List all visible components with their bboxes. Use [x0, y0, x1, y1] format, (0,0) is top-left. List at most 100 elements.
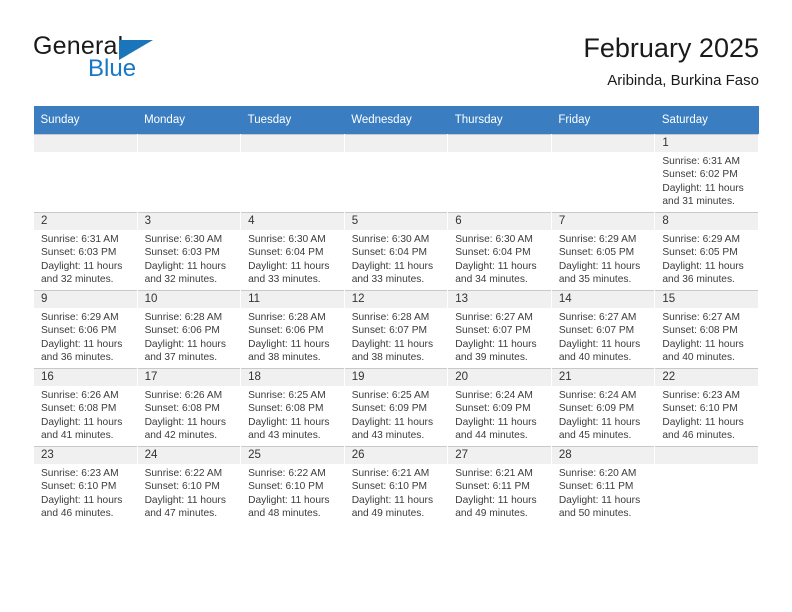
day-number: 7: [551, 213, 655, 230]
day-number: 23: [34, 447, 137, 464]
calendar-day-cell[interactable]: 20 Sunrise: 6:24 AM Sunset: 6:09 PM Dayligh…: [447, 368, 552, 447]
calendar-body: 1 Sunrise: 6:31 AM Sunset: 6:02 PM Daylight…: [33, 134, 759, 524]
calendar-day-cell[interactable]: 9 Sunrise: 6:29 AM Sunset: 6:06 PM Daylight…: [33, 290, 138, 369]
calendar-week-row: 23 Sunrise: 6:23 AM Sunset: 6:10 PM Dayligh…: [33, 446, 759, 524]
calendar-day-cell[interactable]: 5 Sunrise: 6:30 AM Sunset: 6:04 PM Daylight…: [343, 212, 449, 291]
weekday-header-tuesday: Tuesday: [240, 106, 345, 135]
calendar-day-cell[interactable]: 24 Sunrise: 6:22 AM Sunset: 6:10 PM Dayligh…: [136, 446, 242, 524]
day-detail-sunrise: Sunrise: 6:29 AM: [662, 234, 740, 245]
calendar-day-cell[interactable]: 1 Sunrise: 6:31 AM Sunset: 6:02 PM Daylight…: [654, 134, 759, 213]
calendar-cell-inner: 21 Sunrise: 6:24 AM Sunset: 6:09 PM Dayligh…: [551, 369, 655, 446]
day-detail-sunset: Sunset: 6:08 PM: [144, 403, 220, 415]
calendar-day-cell[interactable]: 22 Sunrise: 6:23 AM Sunset: 6:10 PM Dayligh…: [654, 368, 759, 447]
calendar-cell-inner: 22 Sunrise: 6:23 AM Sunset: 6:10 PM Dayligh…: [655, 369, 758, 446]
day-detail-daylight1: Daylight: 11 hours: [41, 416, 123, 428]
day-detail-daylight2: and 32 minutes.: [144, 273, 218, 285]
day-detail-sunset: Sunset: 6:04 PM: [248, 247, 324, 259]
day-detail-daylight1: Daylight: 11 hours: [144, 260, 226, 272]
day-detail-daylight1: Daylight: 11 hours: [248, 260, 330, 272]
page-header: General Blue February 2025 Aribinda, Bur…: [33, 32, 759, 94]
day-number: 10: [137, 291, 241, 308]
day-number: [551, 135, 655, 152]
day-details: Sunrise: 6:27 AM Sunset: 6:07 PM Daylight:…: [448, 308, 551, 364]
day-detail-daylight2: and 38 minutes.: [248, 351, 321, 363]
day-detail-sunrise: Sunrise: 6:23 AM: [662, 390, 740, 401]
calendar-day-cell[interactable]: 15 Sunrise: 6:27 AM Sunset: 6:08 PM Dayligh…: [654, 290, 759, 369]
day-detail-sunset: Sunset: 6:06 PM: [248, 325, 324, 337]
calendar-day-cell[interactable]: 23 Sunrise: 6:23 AM Sunset: 6:10 PM Dayligh…: [33, 446, 138, 524]
calendar-cell-inner: 19 Sunrise: 6:25 AM Sunset: 6:09 PM Dayligh…: [344, 369, 448, 446]
day-detail-daylight1: Daylight: 11 hours: [144, 494, 226, 506]
calendar-day-cell[interactable]: 11 Sunrise: 6:28 AM Sunset: 6:06 PM Dayligh…: [240, 290, 345, 369]
day-detail-daylight2: and 49 minutes.: [455, 507, 528, 519]
day-detail-sunrise: Sunrise: 6:20 AM: [558, 468, 637, 479]
calendar-cell-empty: [550, 134, 656, 213]
calendar-day-cell[interactable]: 2 Sunrise: 6:31 AM Sunset: 6:03 PM Daylight…: [33, 212, 138, 291]
day-detail-daylight2: and 47 minutes.: [144, 507, 218, 519]
calendar-day-cell[interactable]: 12 Sunrise: 6:28 AM Sunset: 6:07 PM Dayligh…: [343, 290, 449, 369]
calendar-day-cell[interactable]: 19 Sunrise: 6:25 AM Sunset: 6:09 PM Dayligh…: [343, 368, 449, 447]
calendar-cell-inner: 13 Sunrise: 6:27 AM Sunset: 6:07 PM Dayligh…: [448, 291, 551, 368]
calendar-cell-inner: [137, 135, 241, 212]
day-detail-sunrise: Sunrise: 6:29 AM: [41, 312, 119, 323]
calendar-day-cell[interactable]: 13 Sunrise: 6:27 AM Sunset: 6:07 PM Dayligh…: [447, 290, 552, 369]
calendar-day-cell[interactable]: 18 Sunrise: 6:25 AM Sunset: 6:08 PM Dayligh…: [240, 368, 345, 447]
calendar-day-cell[interactable]: 16 Sunrise: 6:26 AM Sunset: 6:08 PM Dayligh…: [33, 368, 138, 447]
day-details: Sunrise: 6:20 AM Sunset: 6:11 PM Daylight:…: [552, 464, 655, 520]
day-detail-daylight2: and 38 minutes.: [351, 351, 425, 363]
calendar-day-cell[interactable]: 21 Sunrise: 6:24 AM Sunset: 6:09 PM Dayligh…: [550, 368, 656, 447]
calendar-day-cell[interactable]: 17 Sunrise: 6:26 AM Sunset: 6:08 PM Dayligh…: [136, 368, 242, 447]
day-details: Sunrise: 6:29 AM Sunset: 6:06 PM Daylight:…: [34, 308, 137, 364]
calendar-day-cell[interactable]: 27 Sunrise: 6:21 AM Sunset: 6:11 PM Dayligh…: [447, 446, 552, 524]
day-detail-daylight1: Daylight: 11 hours: [558, 338, 641, 350]
title-block: February 2025 Aribinda, Burkina Faso: [583, 32, 759, 92]
brand-logo[interactable]: General Blue: [33, 32, 333, 92]
day-number: 2: [34, 213, 137, 230]
day-number: 24: [137, 447, 241, 464]
day-detail-sunset: Sunset: 6:05 PM: [662, 247, 738, 259]
calendar-day-cell[interactable]: 10 Sunrise: 6:28 AM Sunset: 6:06 PM Dayligh…: [136, 290, 242, 369]
sunrise-sunset-calendar: Sunday Monday Tuesday Wednesday Thursday Frid…: [33, 106, 759, 524]
day-number: [241, 135, 344, 152]
day-details: Sunrise: 6:28 AM Sunset: 6:06 PM Daylight:…: [138, 308, 241, 364]
day-details: Sunrise: 6:26 AM Sunset: 6:08 PM Daylight:…: [138, 386, 241, 442]
day-number: 3: [137, 213, 241, 230]
calendar-cell-inner: 15 Sunrise: 6:27 AM Sunset: 6:08 PM Dayligh…: [655, 291, 758, 368]
day-details: Sunrise: 6:21 AM Sunset: 6:10 PM Daylight:…: [345, 464, 448, 520]
day-number: 6: [448, 213, 551, 230]
calendar-cell-inner: 5 Sunrise: 6:30 AM Sunset: 6:04 PM Daylight…: [344, 213, 448, 290]
day-number: 27: [448, 447, 551, 464]
day-detail-daylight2: and 34 minutes.: [455, 273, 528, 285]
day-detail-sunset: Sunset: 6:06 PM: [41, 325, 117, 337]
day-details: Sunrise: 6:30 AM Sunset: 6:04 PM Daylight:…: [345, 230, 448, 286]
day-detail-daylight2: and 49 minutes.: [351, 507, 425, 519]
day-number: 8: [655, 213, 758, 230]
calendar-cell-inner: 24 Sunrise: 6:22 AM Sunset: 6:10 PM Dayligh…: [137, 447, 241, 524]
day-number: 15: [655, 291, 758, 308]
day-number: 5: [344, 213, 448, 230]
calendar-day-cell[interactable]: 6 Sunrise: 6:30 AM Sunset: 6:04 PM Daylight…: [447, 212, 552, 291]
day-detail-sunrise: Sunrise: 6:26 AM: [41, 390, 119, 401]
calendar-cell-inner: 18 Sunrise: 6:25 AM Sunset: 6:08 PM Dayligh…: [241, 369, 344, 446]
calendar-day-cell[interactable]: 4 Sunrise: 6:30 AM Sunset: 6:04 PM Daylight…: [240, 212, 345, 291]
day-detail-daylight1: Daylight: 11 hours: [455, 416, 537, 428]
day-detail-daylight1: Daylight: 11 hours: [558, 260, 641, 272]
calendar-day-cell[interactable]: 14 Sunrise: 6:27 AM Sunset: 6:07 PM Dayligh…: [550, 290, 656, 369]
day-details: Sunrise: 6:28 AM Sunset: 6:07 PM Daylight:…: [345, 308, 448, 364]
day-number: 13: [448, 291, 551, 308]
weekday-header-thursday: Thursday: [447, 106, 552, 135]
calendar-week-row: 2 Sunrise: 6:31 AM Sunset: 6:03 PM Daylight…: [33, 212, 759, 291]
calendar-day-cell[interactable]: 7 Sunrise: 6:29 AM Sunset: 6:05 PM Daylight…: [550, 212, 656, 291]
day-detail-sunset: Sunset: 6:06 PM: [144, 325, 220, 337]
day-detail-daylight1: Daylight: 11 hours: [455, 494, 537, 506]
day-detail-sunrise: Sunrise: 6:30 AM: [351, 234, 430, 245]
calendar-day-cell[interactable]: 8 Sunrise: 6:29 AM Sunset: 6:05 PM Daylight…: [654, 212, 759, 291]
calendar-day-cell[interactable]: 3 Sunrise: 6:30 AM Sunset: 6:03 PM Daylight…: [136, 212, 242, 291]
calendar-cell-inner: [551, 135, 655, 212]
day-detail-daylight1: Daylight: 11 hours: [662, 260, 744, 272]
calendar-day-cell[interactable]: 25 Sunrise: 6:22 AM Sunset: 6:10 PM Dayligh…: [240, 446, 345, 524]
calendar-day-cell[interactable]: 26 Sunrise: 6:21 AM Sunset: 6:10 PM Dayligh…: [343, 446, 449, 524]
calendar-day-cell[interactable]: 28 Sunrise: 6:20 AM Sunset: 6:11 PM Dayligh…: [550, 446, 656, 524]
calendar-cell-inner: 4 Sunrise: 6:30 AM Sunset: 6:04 PM Daylight…: [241, 213, 344, 290]
day-detail-sunset: Sunset: 6:03 PM: [144, 247, 220, 259]
